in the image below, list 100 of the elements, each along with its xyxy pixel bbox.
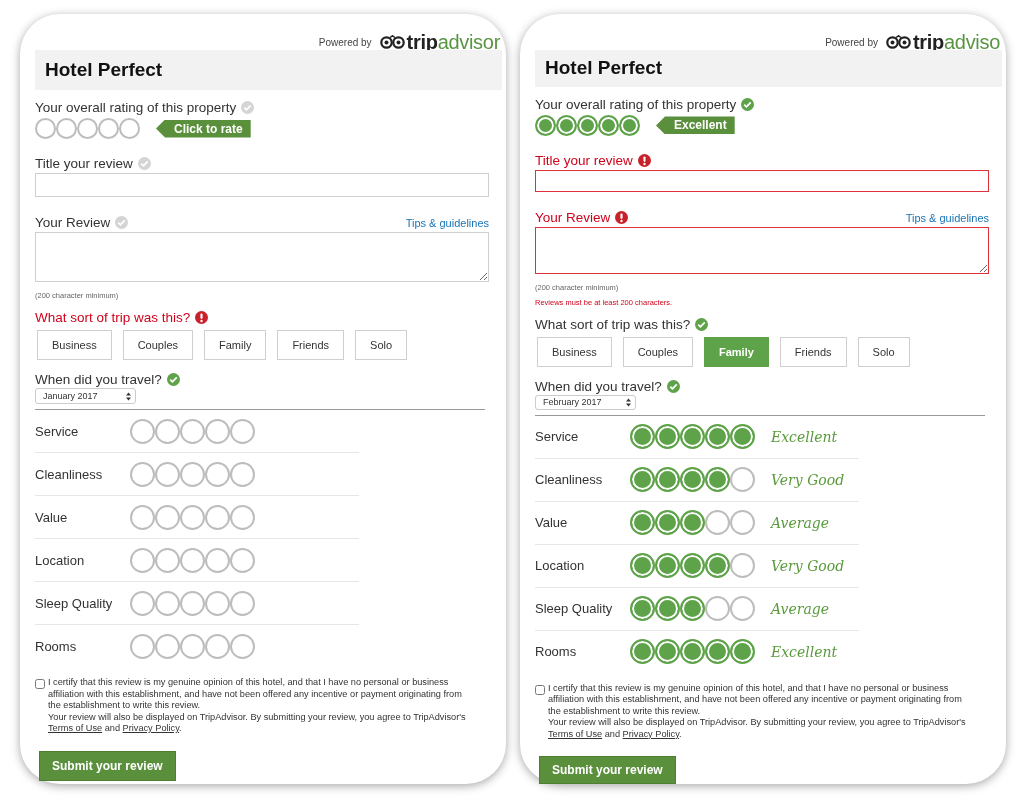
category-name: Service: [35, 423, 80, 439]
rating-bubble[interactable]: [730, 553, 755, 579]
rating-bubble[interactable]: [98, 118, 119, 139]
terms-notice-text: Your review will also be displayed on TripAdvisor. By submitting your review, you agree to TripAdvisor's Terms of Use and Privacy Policy.: [548, 717, 967, 741]
rating-bubble[interactable]: [205, 590, 230, 616]
rating-bubble[interactable]: [730, 510, 755, 536]
rating-bubble[interactable]: [680, 424, 705, 450]
trip-type-button[interactable]: Solo: [857, 336, 910, 367]
trip-type-button[interactable]: Business: [37, 330, 112, 360]
trip-type-button[interactable]: Business: [537, 336, 612, 367]
rating-bubble[interactable]: [730, 639, 755, 665]
field-label: Title your review: [535, 152, 633, 168]
rating-bubble[interactable]: [155, 461, 180, 487]
rating-bubble[interactable]: [230, 590, 255, 616]
rating-bubble[interactable]: [205, 461, 230, 487]
tips-link[interactable]: Tips & guidelines: [405, 216, 489, 229]
rating-bubble[interactable]: [130, 504, 155, 530]
trip-type-button[interactable]: Couples: [622, 336, 693, 367]
rating-bubble[interactable]: [130, 590, 155, 616]
rating-bubble[interactable]: [655, 553, 680, 579]
rating-bubble[interactable]: [705, 639, 730, 665]
certify-checkbox[interactable]: [35, 679, 45, 689]
rating-bubble[interactable]: [230, 633, 255, 659]
rating-bubble[interactable]: [155, 418, 180, 444]
rating-bubble[interactable]: [680, 467, 705, 493]
rating-bubble[interactable]: [680, 553, 705, 579]
rating-bubble[interactable]: [130, 418, 155, 444]
rating-bubble[interactable]: [680, 639, 705, 665]
rating-bubble[interactable]: [180, 461, 205, 487]
rating-bubble[interactable]: [680, 596, 705, 622]
review-text-field[interactable]: [535, 227, 989, 274]
rating-bubble[interactable]: [577, 114, 598, 136]
rating-bubble[interactable]: [155, 633, 180, 659]
rating-bubble[interactable]: [655, 510, 680, 536]
rating-bubble[interactable]: [705, 553, 730, 579]
rating-bubble[interactable]: [630, 467, 655, 493]
rating-bubble[interactable]: [35, 118, 56, 139]
rating-bubble[interactable]: [630, 553, 655, 579]
rating-bubble[interactable]: [556, 114, 577, 136]
rating-bubble[interactable]: [705, 510, 730, 536]
rating-text: Excellent: [771, 643, 838, 660]
rating-bubble[interactable]: [655, 639, 680, 665]
rating-bubble[interactable]: [205, 547, 230, 573]
submit-button[interactable]: Submit your review: [539, 756, 676, 784]
rating-bubble[interactable]: [230, 418, 255, 444]
rating-bubble[interactable]: [535, 114, 556, 136]
terms-link[interactable]: Terms of Use: [48, 723, 103, 733]
rating-bubble[interactable]: [205, 504, 230, 530]
rating-bubble[interactable]: [630, 639, 655, 665]
rating-text: Excellent: [771, 428, 838, 445]
certify-checkbox[interactable]: [535, 684, 545, 695]
rating-bubble[interactable]: [230, 504, 255, 530]
field-label: Your Review: [35, 215, 111, 230]
rating-bubble[interactable]: [619, 114, 640, 136]
trip-type-button[interactable]: Couples: [122, 330, 193, 360]
rating-bubble[interactable]: [730, 424, 755, 450]
rating-bubble[interactable]: [155, 504, 180, 530]
month-select[interactable]: January 2017: [35, 388, 136, 404]
category-name: Value: [35, 509, 69, 525]
submit-button[interactable]: Submit your review: [39, 750, 176, 781]
rating-bubble[interactable]: [655, 467, 680, 493]
rating-bubble[interactable]: [130, 633, 155, 659]
rating-bubble[interactable]: [155, 590, 180, 616]
trip-type-button[interactable]: Friends: [779, 336, 847, 367]
rating-bubble[interactable]: [630, 510, 655, 536]
rating-bubble[interactable]: [130, 461, 155, 487]
rating-bubble[interactable]: [77, 118, 98, 139]
rating-bubble[interactable]: [230, 547, 255, 573]
rating-bubble[interactable]: [630, 596, 655, 622]
rating-bubble[interactable]: [180, 547, 205, 573]
trip-type-button[interactable]: Friends: [277, 330, 345, 360]
trip-type-button[interactable]: Solo: [355, 330, 408, 360]
rating-bubble[interactable]: [155, 547, 180, 573]
rating-bubble[interactable]: [180, 633, 205, 659]
rating-bubble[interactable]: [119, 118, 140, 139]
rating-bubble[interactable]: [180, 418, 205, 444]
rating-bubble[interactable]: [630, 424, 655, 450]
rating-bubble[interactable]: [655, 596, 680, 622]
rating-bubble[interactable]: [730, 596, 755, 622]
month-select[interactable]: February 2017: [535, 394, 636, 410]
rating-bubble[interactable]: [205, 633, 230, 659]
rating-bubble[interactable]: [56, 118, 77, 139]
rating-bubble[interactable]: [230, 461, 255, 487]
rating-bubble[interactable]: [705, 467, 730, 493]
rating-bubble[interactable]: [180, 590, 205, 616]
rating-bubble[interactable]: [205, 418, 230, 444]
rating-bubble[interactable]: [730, 467, 755, 493]
rating-bubble[interactable]: [680, 510, 705, 536]
rating-bubble[interactable]: [655, 424, 680, 450]
rating-bubble[interactable]: [130, 547, 155, 573]
rating-bubble[interactable]: [180, 504, 205, 530]
rating-bubble[interactable]: [598, 114, 619, 136]
title-input-field[interactable]: [535, 169, 989, 193]
category-name: Value: [535, 515, 569, 531]
rating-bubble[interactable]: [705, 596, 730, 622]
trip-type-button[interactable]: Family: [204, 330, 267, 360]
tips-link[interactable]: Tips & guidelines: [905, 211, 989, 224]
terms-link[interactable]: Terms of Use: [548, 728, 603, 739]
field-label: What sort of trip was this?: [35, 310, 191, 325]
rating-bubble[interactable]: [705, 424, 730, 450]
